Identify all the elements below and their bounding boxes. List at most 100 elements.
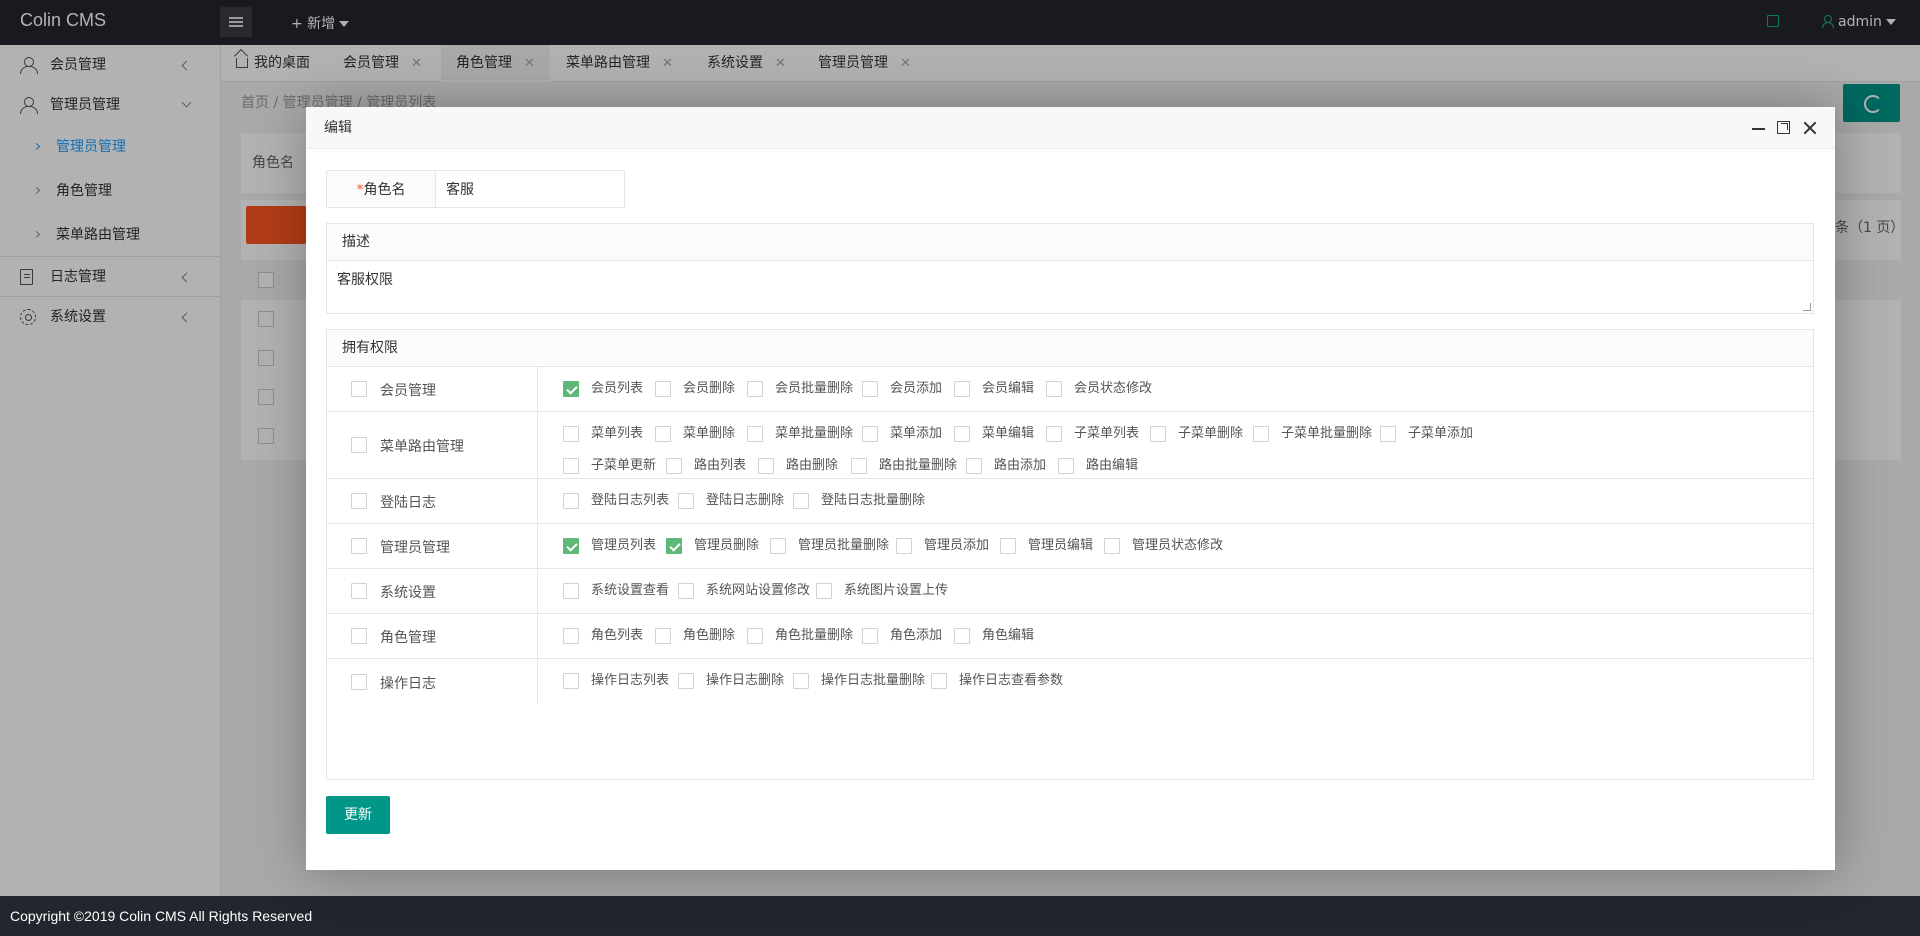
permission-checkbox[interactable]	[747, 381, 763, 397]
group-label: 系统设置	[380, 585, 436, 601]
maximize-icon[interactable]	[1777, 121, 1790, 134]
permission-checkbox[interactable]	[1380, 426, 1396, 442]
permission-checkbox[interactable]	[563, 673, 579, 689]
group-label: 管理员管理	[380, 540, 450, 556]
permission-checkbox[interactable]	[655, 381, 671, 397]
minimize-icon[interactable]	[1752, 121, 1766, 135]
permission-label: 菜单编辑	[982, 426, 1035, 441]
permission-checkbox[interactable]	[770, 538, 786, 554]
dialog-title-bar: 编辑	[306, 107, 1835, 149]
permissions-section: 拥有权限 会员管理 会员列表 会员删除 会员批量删除 会员添加 会员编辑 会员状态修改 菜单路…	[326, 329, 1814, 780]
permission-checkbox[interactable]	[954, 628, 970, 644]
permission-label: 菜单列表	[591, 426, 644, 441]
permission-checkbox[interactable]	[931, 673, 947, 689]
permission-checkbox[interactable]	[1046, 381, 1062, 397]
permission-options: 角色列表 角色删除 角色批量删除 角色添加 角色编辑	[539, 614, 1813, 644]
permission-label: 路由删除	[786, 458, 839, 473]
role-name-input[interactable]	[435, 170, 625, 208]
permission-checkbox[interactable]	[954, 426, 970, 442]
permission-checkbox[interactable]	[966, 458, 982, 474]
permission-checkbox[interactable]	[563, 583, 579, 599]
permission-group-row: 会员管理 会员列表 会员删除 会员批量删除 会员添加 会员编辑 会员状态修改	[327, 367, 1813, 412]
permission-checkbox[interactable]	[1058, 458, 1074, 474]
permission-checkbox[interactable]	[793, 673, 809, 689]
group-checkbox[interactable]	[351, 381, 367, 397]
permission-checkbox[interactable]	[1000, 538, 1016, 554]
permission-group-toggle[interactable]: 登陆日志	[327, 479, 538, 523]
permission-checkbox[interactable]	[862, 426, 878, 442]
permission-checkbox[interactable]	[563, 628, 579, 644]
permission-label: 系统网站设置修改	[706, 583, 811, 598]
permission-checkbox[interactable]	[666, 458, 682, 474]
update-button[interactable]: 更新	[326, 796, 390, 834]
resize-handle-icon[interactable]	[1803, 303, 1811, 311]
permission-checkbox[interactable]	[862, 628, 878, 644]
permission-label: 会员批量删除	[775, 381, 854, 396]
permission-checkbox[interactable]	[747, 628, 763, 644]
permission-group-toggle[interactable]: 操作日志	[327, 659, 538, 704]
group-label: 菜单路由管理	[380, 439, 464, 455]
group-label: 角色管理	[380, 630, 436, 646]
permission-group-toggle[interactable]: 菜单路由管理	[327, 412, 538, 478]
description-value: 客服权限	[337, 272, 393, 288]
permission-label: 角色编辑	[982, 628, 1035, 643]
permission-checkbox[interactable]	[563, 381, 579, 397]
permission-checkbox[interactable]	[1046, 426, 1062, 442]
permission-group-toggle[interactable]: 系统设置	[327, 569, 538, 613]
permission-options: 登陆日志列表 登陆日志删除 登陆日志批量删除	[539, 479, 1813, 509]
permission-checkbox[interactable]	[1253, 426, 1269, 442]
permission-label: 操作日志删除	[706, 673, 785, 688]
description-label: 描述	[327, 224, 1813, 261]
permission-group-row: 管理员管理 管理员列表 管理员删除 管理员批量删除 管理员添加 管理员编辑 管理员状态修改	[327, 524, 1813, 569]
permission-label: 角色删除	[683, 628, 736, 643]
edit-role-dialog: 编辑 *角色名 描述 客服权限 拥有权限 会员管理会员列表会员删除会员批量删除会…	[306, 107, 1835, 870]
permission-checkbox[interactable]	[563, 458, 579, 474]
permission-label: 管理员编辑	[1028, 538, 1094, 553]
close-icon[interactable]	[1803, 121, 1817, 135]
permission-checkbox[interactable]	[896, 538, 912, 554]
permission-label: 管理员列表	[591, 538, 657, 553]
group-checkbox[interactable]	[351, 673, 367, 690]
permission-checkbox[interactable]	[678, 493, 694, 509]
permission-checkbox[interactable]	[1104, 538, 1120, 554]
group-checkbox[interactable]	[351, 538, 367, 554]
permission-checkbox[interactable]	[851, 458, 867, 474]
permission-checkbox[interactable]	[563, 538, 579, 554]
description-textarea[interactable]: 客服权限	[327, 261, 1813, 313]
permission-label: 会员编辑	[982, 381, 1035, 396]
permission-checkbox[interactable]	[678, 673, 694, 689]
permission-checkbox[interactable]	[758, 458, 774, 474]
permission-label: 会员删除	[683, 381, 736, 396]
permission-label: 操作日志查看参数	[959, 673, 1064, 688]
permission-label: 路由编辑	[1086, 458, 1139, 473]
group-checkbox[interactable]	[351, 628, 367, 644]
permission-checkbox[interactable]	[954, 381, 970, 397]
permission-checkbox[interactable]	[678, 583, 694, 599]
permission-checkbox[interactable]	[1150, 426, 1166, 442]
group-checkbox[interactable]	[351, 493, 367, 509]
permission-checkbox[interactable]	[563, 426, 579, 442]
permission-options: 会员列表 会员删除 会员批量删除 会员添加 会员编辑 会员状态修改	[539, 367, 1813, 397]
group-checkbox[interactable]	[351, 437, 367, 453]
permission-checkbox[interactable]	[666, 538, 682, 554]
permission-checkbox[interactable]	[655, 426, 671, 442]
permission-group-row: 系统设置 系统设置查看 系统网站设置修改 系统图片设置上传	[327, 569, 1813, 614]
group-label: 登陆日志	[380, 495, 436, 511]
permission-group-toggle[interactable]: 管理员管理	[327, 524, 538, 568]
permission-checkbox[interactable]	[747, 426, 763, 442]
dialog-title: 编辑	[324, 120, 352, 136]
group-checkbox[interactable]	[351, 583, 367, 599]
permission-checkbox[interactable]	[862, 381, 878, 397]
permission-label: 操作日志批量删除	[821, 673, 926, 688]
permission-label: 子菜单添加	[1408, 426, 1474, 441]
role-name-label-text: 角色名	[363, 182, 406, 198]
permission-checkbox[interactable]	[816, 583, 832, 599]
permission-group-toggle[interactable]: 角色管理	[327, 614, 538, 658]
permission-group-toggle[interactable]: 会员管理	[327, 367, 538, 411]
permission-checkbox[interactable]	[563, 493, 579, 509]
permission-options: 操作日志列表 操作日志删除 操作日志批量删除 操作日志查看参数	[539, 659, 1813, 689]
permission-checkbox[interactable]	[793, 493, 809, 509]
permission-label: 角色批量删除	[775, 628, 854, 643]
permission-label: 菜单删除	[683, 426, 736, 441]
permission-checkbox[interactable]	[655, 628, 671, 644]
